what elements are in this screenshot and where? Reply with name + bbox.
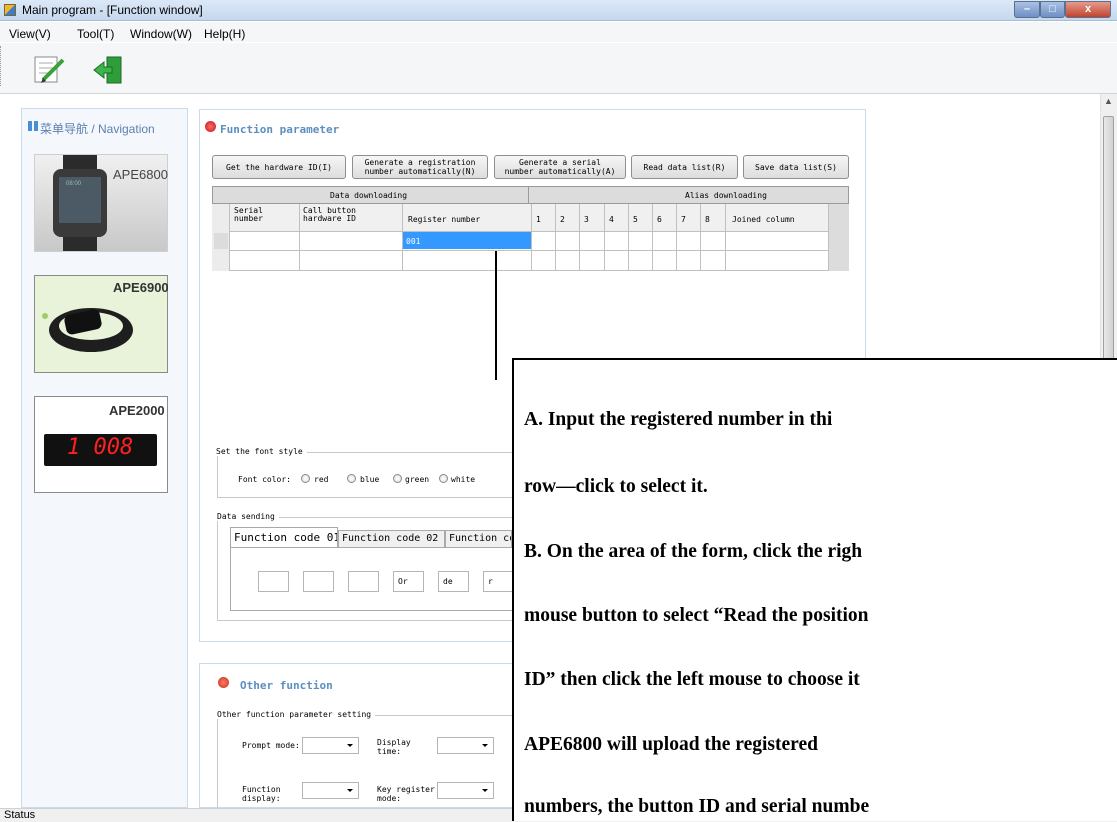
function-parameter-title: Function parameter (220, 123, 340, 136)
callout-line-3: B. On the area of the form, click the ri… (524, 541, 863, 562)
key-register-mode-label: Key register mode: (377, 785, 435, 803)
generate-serial-number-button[interactable]: Generate a serial number automatically(A… (494, 155, 626, 179)
save-data-list-button[interactable]: Save data list(S) (743, 155, 849, 179)
display-time-label: Display time: (377, 738, 411, 756)
prompt-mode-label: Prompt mode: (242, 741, 300, 750)
status-text: Status (4, 809, 36, 821)
product-card-ape6800[interactable]: APE6800 08:00 (34, 154, 168, 252)
menu-view[interactable]: View(V) (9, 27, 51, 41)
column-header-1[interactable]: 1 (536, 215, 541, 224)
radio-green-label[interactable]: green (405, 475, 429, 484)
minimize-button[interactable]: – (1014, 1, 1040, 18)
generate-registration-number-button[interactable]: Generate a registration number automatic… (352, 155, 488, 179)
chevron-down-icon (347, 789, 353, 792)
app-icon (4, 4, 16, 16)
product-label: APE6800 (113, 167, 168, 182)
group-header-data-downloading: Data downloading (330, 191, 408, 200)
menu-window[interactable]: Window(W) (130, 27, 192, 41)
callout-line-4: mouse button to select “Read the positio… (524, 605, 869, 626)
chevron-down-icon (482, 789, 488, 792)
radio-red-label[interactable]: red (314, 475, 328, 484)
close-button[interactable]: x (1065, 1, 1111, 18)
column-header-hardware-id[interactable]: Call button hardware ID (303, 207, 356, 223)
tab-function-code-02[interactable]: Function code 02 (338, 530, 445, 548)
exit-icon[interactable] (90, 53, 126, 87)
edit-icon[interactable] (31, 52, 71, 88)
watch-screen-time: 08:00 (66, 181, 82, 187)
column-header-joined[interactable]: Joined column (732, 215, 795, 224)
radio-blue[interactable] (347, 474, 356, 483)
group-header-alias-downloading: Alias downloading (685, 191, 767, 200)
code-field-3[interactable] (348, 571, 379, 592)
callout-line-6: APE6800 will upload the registered (524, 734, 818, 755)
selected-register-cell[interactable] (403, 232, 531, 249)
callout-line-5: ID” then click the left mouse to choose … (524, 669, 860, 690)
code-field-6[interactable]: r (483, 571, 514, 592)
callout-line-1: A. Input the registered number in thi (524, 409, 833, 430)
chevron-down-icon (482, 744, 488, 747)
radio-white-label[interactable]: white (451, 475, 475, 484)
window-title: Main program - [Function window] (22, 3, 203, 17)
maximize-button[interactable]: □ (1040, 1, 1065, 18)
product-card-ape6900[interactable]: APE6900 (34, 275, 169, 373)
tab-function-code-03[interactable]: Function co (445, 530, 512, 548)
menu-tool[interactable]: Tool(T) (77, 27, 114, 41)
column-header-7[interactable]: 7 (681, 215, 686, 224)
tab-function-code-01[interactable]: Function code 01 (230, 527, 338, 548)
code-field-5[interactable]: de (438, 571, 469, 592)
callout-pointer (495, 251, 497, 380)
radio-white[interactable] (439, 474, 448, 483)
prompt-mode-select[interactable] (302, 737, 359, 754)
product-label: APE2000 (109, 403, 165, 418)
column-header-4[interactable]: 4 (609, 215, 614, 224)
scroll-up-icon[interactable]: ▲ (1100, 96, 1117, 110)
column-header-serial[interactable]: Serial number (234, 207, 263, 223)
callout-line-2: row—click to select it. (524, 476, 708, 497)
read-data-list-button[interactable]: Read data list(R) (631, 155, 738, 179)
toolbar (0, 43, 1117, 94)
column-header-5[interactable]: 5 (633, 215, 638, 224)
function-display-select[interactable] (302, 782, 359, 799)
chevron-down-icon (347, 744, 353, 747)
radio-red[interactable] (301, 474, 310, 483)
product-label: APE6900 (113, 280, 169, 295)
led-display-value: 1 008 (67, 435, 134, 460)
info-icon (205, 121, 216, 132)
info-icon (218, 677, 229, 688)
row-selector[interactable] (214, 233, 228, 249)
display-time-select[interactable] (437, 737, 494, 754)
grid-icon (28, 121, 38, 131)
font-color-label: Font color: (238, 475, 291, 484)
column-header-register[interactable]: Register number (408, 215, 480, 224)
function-display-label: Function display: (242, 785, 281, 803)
product-card-ape2000[interactable]: APE2000 1 008 (34, 396, 168, 493)
other-function-title: Other function (240, 679, 333, 692)
data-sending-legend: Data sending (217, 512, 279, 521)
font-style-legend: Set the font style (216, 447, 307, 456)
menu-help[interactable]: Help(H) (204, 27, 245, 41)
code-field-2[interactable] (303, 571, 334, 592)
get-hardware-id-button[interactable]: Get the hardware ID(I) (212, 155, 346, 179)
code-field-4[interactable]: Or (393, 571, 424, 592)
radio-green[interactable] (393, 474, 402, 483)
key-register-mode-select[interactable] (437, 782, 494, 799)
callout-line-7: numbers, the button ID and serial numbe (524, 796, 870, 817)
radio-blue-label[interactable]: blue (360, 475, 379, 484)
table-row-register-value[interactable]: 001 (406, 237, 420, 246)
column-header-8[interactable]: 8 (705, 215, 710, 224)
column-header-3[interactable]: 3 (584, 215, 589, 224)
toolbar-grip[interactable] (0, 46, 4, 86)
column-header-2[interactable]: 2 (560, 215, 565, 224)
navigation-title: 菜单导航 / Navigation (40, 122, 155, 136)
data-grid[interactable]: Data downloading Alias downloading Seria… (212, 186, 849, 272)
column-header-6[interactable]: 6 (657, 215, 662, 224)
other-function-legend: Other function parameter setting (217, 710, 376, 719)
code-field-1[interactable] (258, 571, 289, 592)
